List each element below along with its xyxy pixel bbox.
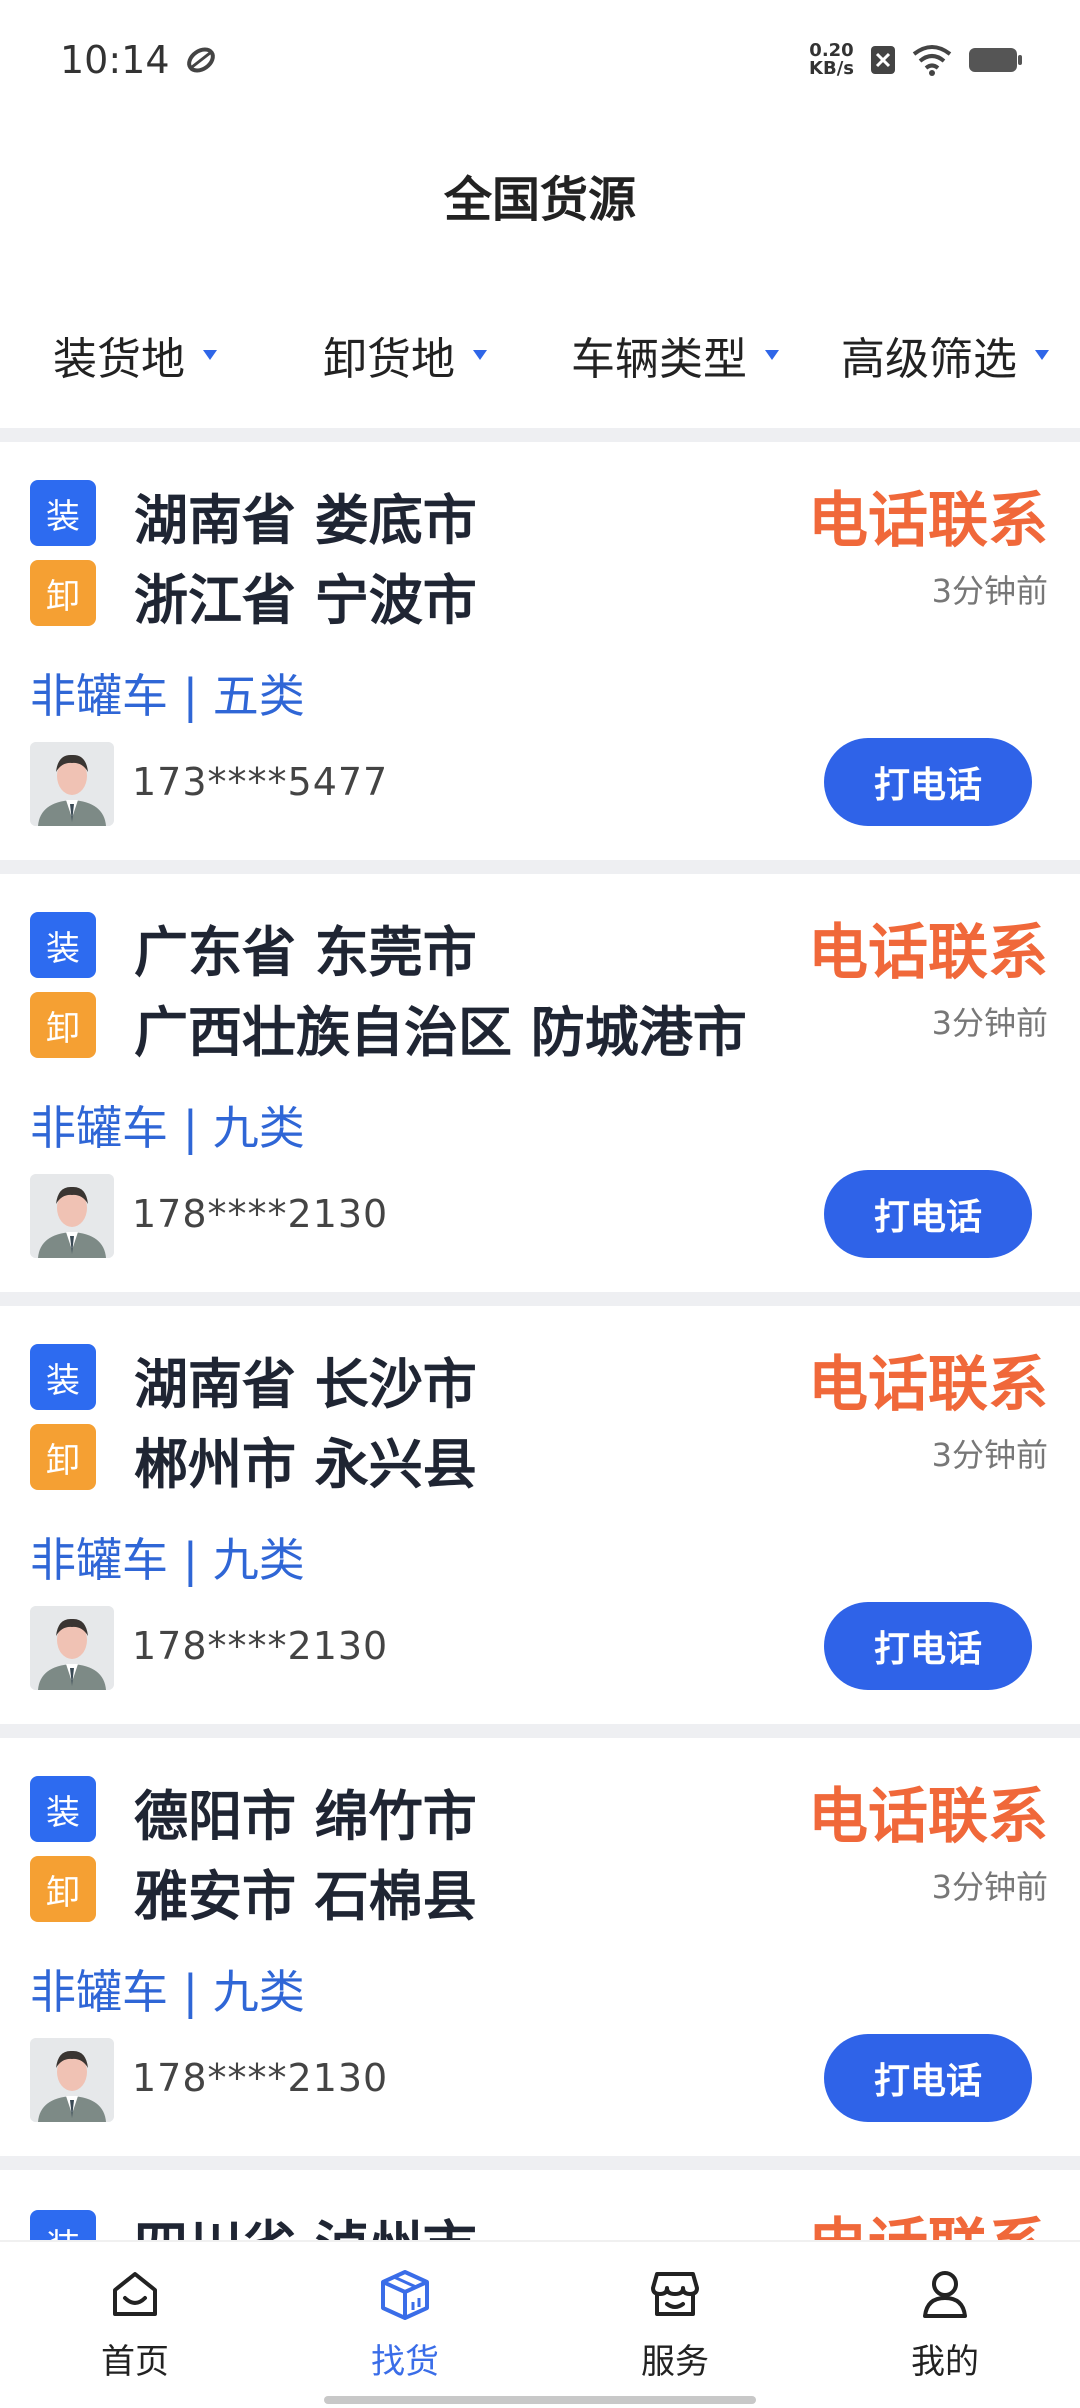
phone-number: 178****2130 xyxy=(132,1192,389,1236)
notification-app-icon xyxy=(186,47,215,73)
battery-icon xyxy=(969,48,1022,72)
avatar xyxy=(30,742,114,826)
store-icon xyxy=(651,2272,699,2316)
cargo-listing-card-partial[interactable]: 装 四川省 泸州市 电话联系 xyxy=(0,2170,1080,2240)
filter-vehicle-type[interactable]: 车辆类型 xyxy=(540,323,810,387)
cargo-listing-card[interactable]: 装 卸 湖南省 长沙市 郴州市 永兴县 电话联系 3分钟前 非罐车 | 九类 1… xyxy=(0,1306,1080,1724)
filter-loading-place[interactable]: 装货地 xyxy=(0,323,270,387)
nav-profile[interactable]: 我的 xyxy=(810,2242,1080,2408)
bottom-nav: 首页 找货 服务 我的 xyxy=(0,2240,1080,2408)
posted-time: 3分钟前 xyxy=(931,1004,1048,1042)
load-tag: 装 xyxy=(30,2210,96,2240)
filter-label: 高级筛选 xyxy=(841,334,1017,385)
call-button[interactable]: 打电话 xyxy=(824,2034,1032,2122)
nav-label: 找货 xyxy=(371,2342,439,2382)
divider xyxy=(0,428,1080,442)
origin-location: 广东省 东莞市 xyxy=(134,921,477,984)
contact-label: 电话联系 xyxy=(808,918,1048,988)
wifi-icon xyxy=(912,45,952,76)
no-sim-icon xyxy=(871,46,895,74)
truck-info: 非罐车 | 九类 xyxy=(30,1533,305,1587)
cargo-listing-card[interactable]: 装 卸 湖南省 娄底市 浙江省 宁波市 电话联系 3分钟前 非罐车 | 五类 1… xyxy=(0,442,1080,860)
net-speed-unit: KB/s xyxy=(809,58,854,79)
contact-label: 电话联系 xyxy=(808,1782,1048,1852)
divider xyxy=(0,1292,1080,1306)
destination-location: 浙江省 宁波市 xyxy=(134,569,477,632)
destination-location: 雅安市 石棉县 xyxy=(134,1865,477,1928)
call-button[interactable]: 打电话 xyxy=(824,1170,1032,1258)
dropdown-arrow-icon xyxy=(1035,350,1049,360)
dropdown-arrow-icon xyxy=(765,350,779,360)
posted-time: 3分钟前 xyxy=(931,1436,1048,1474)
divider xyxy=(0,860,1080,874)
filter-label: 装货地 xyxy=(53,334,185,385)
divider xyxy=(0,1724,1080,1738)
nav-home[interactable]: 首页 xyxy=(0,2242,270,2408)
load-tag: 装 xyxy=(30,1776,96,1842)
nav-label: 我的 xyxy=(911,2342,979,2382)
phone-number: 173****5477 xyxy=(132,760,389,804)
avatar xyxy=(30,1174,114,1258)
load-tag: 装 xyxy=(30,480,96,546)
unload-tag: 卸 xyxy=(30,1856,96,1922)
cargo-listing-card[interactable]: 装 卸 广东省 东莞市 广西壮族自治区 防城港市 电话联系 3分钟前 非罐车 |… xyxy=(0,874,1080,1292)
page-title: 全国货源 xyxy=(443,172,636,228)
home-indicator[interactable] xyxy=(324,2396,756,2404)
origin-location: 德阳市 绵竹市 xyxy=(134,1785,477,1848)
unload-tag: 卸 xyxy=(30,1424,96,1490)
unload-tag: 卸 xyxy=(30,560,96,626)
status-right: 0.20 KB/s xyxy=(809,42,1024,78)
destination-location: 广西壮族自治区 防城港市 xyxy=(134,1001,747,1064)
load-tag: 装 xyxy=(30,912,96,978)
dropdown-arrow-icon xyxy=(473,350,487,360)
call-button[interactable]: 打电话 xyxy=(824,1602,1032,1690)
unload-tag: 卸 xyxy=(30,992,96,1058)
divider xyxy=(0,2156,1080,2170)
load-tag: 装 xyxy=(30,1344,96,1410)
cargo-listing-card[interactable]: 装 卸 德阳市 绵竹市 雅安市 石棉县 电话联系 3分钟前 非罐车 | 九类 1… xyxy=(0,1738,1080,2156)
net-speed: 0.20 KB/s xyxy=(809,42,854,78)
filter-label: 车辆类型 xyxy=(571,334,747,385)
origin-location: 四川省 泸州市 xyxy=(134,2202,477,2240)
filter-advanced[interactable]: 高级筛选 xyxy=(810,323,1080,387)
cargo-box-icon xyxy=(381,2270,429,2320)
filter-label: 卸货地 xyxy=(323,334,455,385)
status-bar: 10:14 0.20 KB/s xyxy=(0,0,1080,120)
phone-number: 178****2130 xyxy=(132,1624,389,1668)
contact-label: 电话联系 xyxy=(808,2198,1048,2240)
nav-label: 首页 xyxy=(101,2342,169,2382)
nav-find-cargo[interactable]: 找货 xyxy=(270,2242,540,2408)
home-icon xyxy=(113,2272,157,2316)
dropdown-arrow-icon xyxy=(203,350,217,360)
truck-info: 非罐车 | 九类 xyxy=(30,1965,305,2019)
filter-bar: 装货地 卸货地 车辆类型 高级筛选 xyxy=(0,300,1080,410)
destination-location: 郴州市 永兴县 xyxy=(134,1433,477,1496)
status-left: 10:14 xyxy=(60,38,218,82)
avatar xyxy=(30,2038,114,2122)
truck-info: 非罐车 | 九类 xyxy=(30,1101,305,1155)
origin-location: 湖南省 娄底市 xyxy=(134,489,477,552)
call-button[interactable]: 打电话 xyxy=(824,738,1032,826)
filter-unloading-place[interactable]: 卸货地 xyxy=(270,323,540,387)
posted-time: 3分钟前 xyxy=(931,1868,1048,1906)
contact-label: 电话联系 xyxy=(808,1350,1048,1420)
phone-number: 178****2130 xyxy=(132,2056,389,2100)
avatar xyxy=(30,1606,114,1690)
truck-info: 非罐车 | 五类 xyxy=(30,669,305,723)
contact-label: 电话联系 xyxy=(808,486,1048,556)
profile-icon xyxy=(923,2271,967,2318)
posted-time: 3分钟前 xyxy=(931,572,1048,610)
nav-services[interactable]: 服务 xyxy=(540,2242,810,2408)
nav-label: 服务 xyxy=(641,2342,709,2382)
clock: 10:14 xyxy=(60,38,170,82)
origin-location: 湖南省 长沙市 xyxy=(134,1353,477,1416)
